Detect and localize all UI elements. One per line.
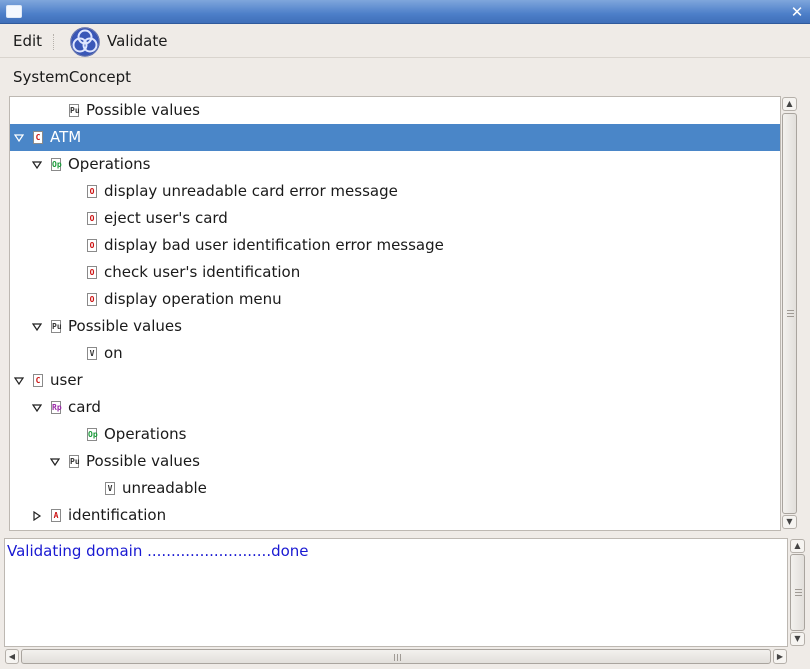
operation-icon: O bbox=[87, 293, 97, 306]
tree-item[interactable]: Op Operations bbox=[10, 151, 780, 178]
tree-item[interactable]: Pu Possible values bbox=[10, 313, 780, 340]
log-scroll-down-icon[interactable]: ▼ bbox=[790, 632, 805, 646]
concept-icon: C bbox=[33, 374, 43, 387]
value-icon: V bbox=[87, 347, 97, 360]
scroll-down-icon[interactable]: ▼ bbox=[782, 515, 797, 529]
tree-item-label: user bbox=[50, 371, 83, 389]
log-text: Validating domain ......................… bbox=[7, 542, 309, 560]
expander-expanded-icon[interactable] bbox=[32, 322, 42, 332]
tree-item-label: display operation menu bbox=[104, 290, 282, 308]
close-icon[interactable]: ✕ bbox=[788, 3, 806, 21]
log-horizontal-scrollbar[interactable]: ◀ ▶ bbox=[4, 648, 788, 665]
tree-item[interactable]: Oeject user's card bbox=[10, 205, 780, 232]
expander-expanded-icon[interactable] bbox=[32, 403, 42, 413]
menu-validate[interactable]: Validate bbox=[107, 32, 167, 50]
tree-item[interactable]: Ocheck user's identification bbox=[10, 259, 780, 286]
operation-icon: O bbox=[87, 266, 97, 279]
log-scroll-up-icon[interactable]: ▲ bbox=[790, 539, 805, 553]
possible-values-icon: Pu bbox=[69, 455, 80, 468]
tree-item[interactable]: Vunreadable bbox=[10, 475, 780, 502]
expander-expanded-icon[interactable] bbox=[14, 133, 24, 143]
tree-item-label: Operations bbox=[68, 155, 151, 173]
tree-item[interactable]: Odisplay bad user identification error m… bbox=[10, 232, 780, 259]
tree-item-label: Possible values bbox=[86, 101, 200, 119]
tree-item[interactable]: Odisplay unreadable card error message bbox=[10, 178, 780, 205]
tree-item-label: display bad user identification error me… bbox=[104, 236, 444, 254]
window-titlebar: ✕ bbox=[0, 0, 810, 24]
value-icon: V bbox=[105, 482, 115, 495]
tree-item[interactable]: Pu Possible values bbox=[10, 448, 780, 475]
menu-separator bbox=[53, 34, 55, 50]
tree-item[interactable]: Aidentification bbox=[10, 502, 780, 529]
expander-expanded-icon[interactable] bbox=[32, 160, 42, 170]
tree-item-label: Operations bbox=[104, 425, 187, 443]
tree-item-label: on bbox=[104, 344, 123, 362]
relation-icon: Rp bbox=[51, 401, 62, 414]
tree-item[interactable]: C ATM bbox=[10, 124, 780, 151]
log-vertical-scrollbar[interactable]: ▲ ▼ bbox=[789, 538, 806, 647]
operation-icon: O bbox=[87, 185, 97, 198]
tree-item-label: ATM bbox=[50, 128, 82, 146]
tree-item[interactable]: Pu Possible values bbox=[10, 97, 780, 124]
menubar: Edit Validate bbox=[0, 24, 810, 58]
tree-item-label: display unreadable card error message bbox=[104, 182, 398, 200]
scroll-up-icon[interactable]: ▲ bbox=[782, 97, 797, 111]
tree-item[interactable]: Odisplay operation menu bbox=[10, 286, 780, 313]
operation-icon: O bbox=[87, 212, 97, 225]
tree-item-label: eject user's card bbox=[104, 209, 228, 227]
tree-item-label: card bbox=[68, 398, 101, 416]
tree-item-label: unreadable bbox=[122, 479, 207, 497]
tree-item[interactable]: Von bbox=[10, 340, 780, 367]
tree-item-label: Possible values bbox=[68, 317, 182, 335]
tree-item[interactable]: Cuser bbox=[10, 367, 780, 394]
tree-item-label: check user's identification bbox=[104, 263, 301, 281]
operations-icon: Op bbox=[51, 158, 62, 171]
tree-item[interactable]: Op Operations bbox=[10, 421, 780, 448]
concept-tree[interactable]: Pu Possible values C ATM Op Operations Odispla… bbox=[9, 96, 781, 531]
tree-item-label: Possible values bbox=[86, 452, 200, 470]
tree-vertical-scrollbar[interactable]: ▲ ▼ bbox=[781, 96, 798, 531]
log-scroll-thumb[interactable] bbox=[790, 554, 805, 631]
tree-item[interactable]: Rp card bbox=[10, 394, 780, 421]
expander-collapsed-icon[interactable] bbox=[32, 511, 42, 521]
possible-values-icon: Pu bbox=[51, 320, 62, 333]
log-hscroll-thumb[interactable] bbox=[21, 649, 771, 664]
log-scroll-left-icon[interactable]: ◀ bbox=[5, 649, 19, 664]
possible-values-icon: Pu bbox=[69, 104, 80, 117]
operations-icon: Op bbox=[87, 428, 98, 441]
window-menu-icon[interactable] bbox=[6, 5, 22, 18]
expander-expanded-icon[interactable] bbox=[50, 457, 60, 467]
concept-icon: C bbox=[33, 131, 43, 144]
validate-logo-icon[interactable] bbox=[68, 26, 102, 58]
operation-icon: O bbox=[87, 239, 97, 252]
log-panel[interactable]: Validating domain ......................… bbox=[4, 538, 788, 647]
menu-edit[interactable]: Edit bbox=[13, 32, 42, 50]
tree-item-label: identification bbox=[68, 506, 167, 524]
log-scroll-right-icon[interactable]: ▶ bbox=[773, 649, 787, 664]
attribute-icon: A bbox=[51, 509, 61, 522]
breadcrumb: SystemConcept bbox=[13, 68, 131, 86]
expander-expanded-icon[interactable] bbox=[14, 376, 24, 386]
scroll-thumb[interactable] bbox=[782, 113, 797, 514]
